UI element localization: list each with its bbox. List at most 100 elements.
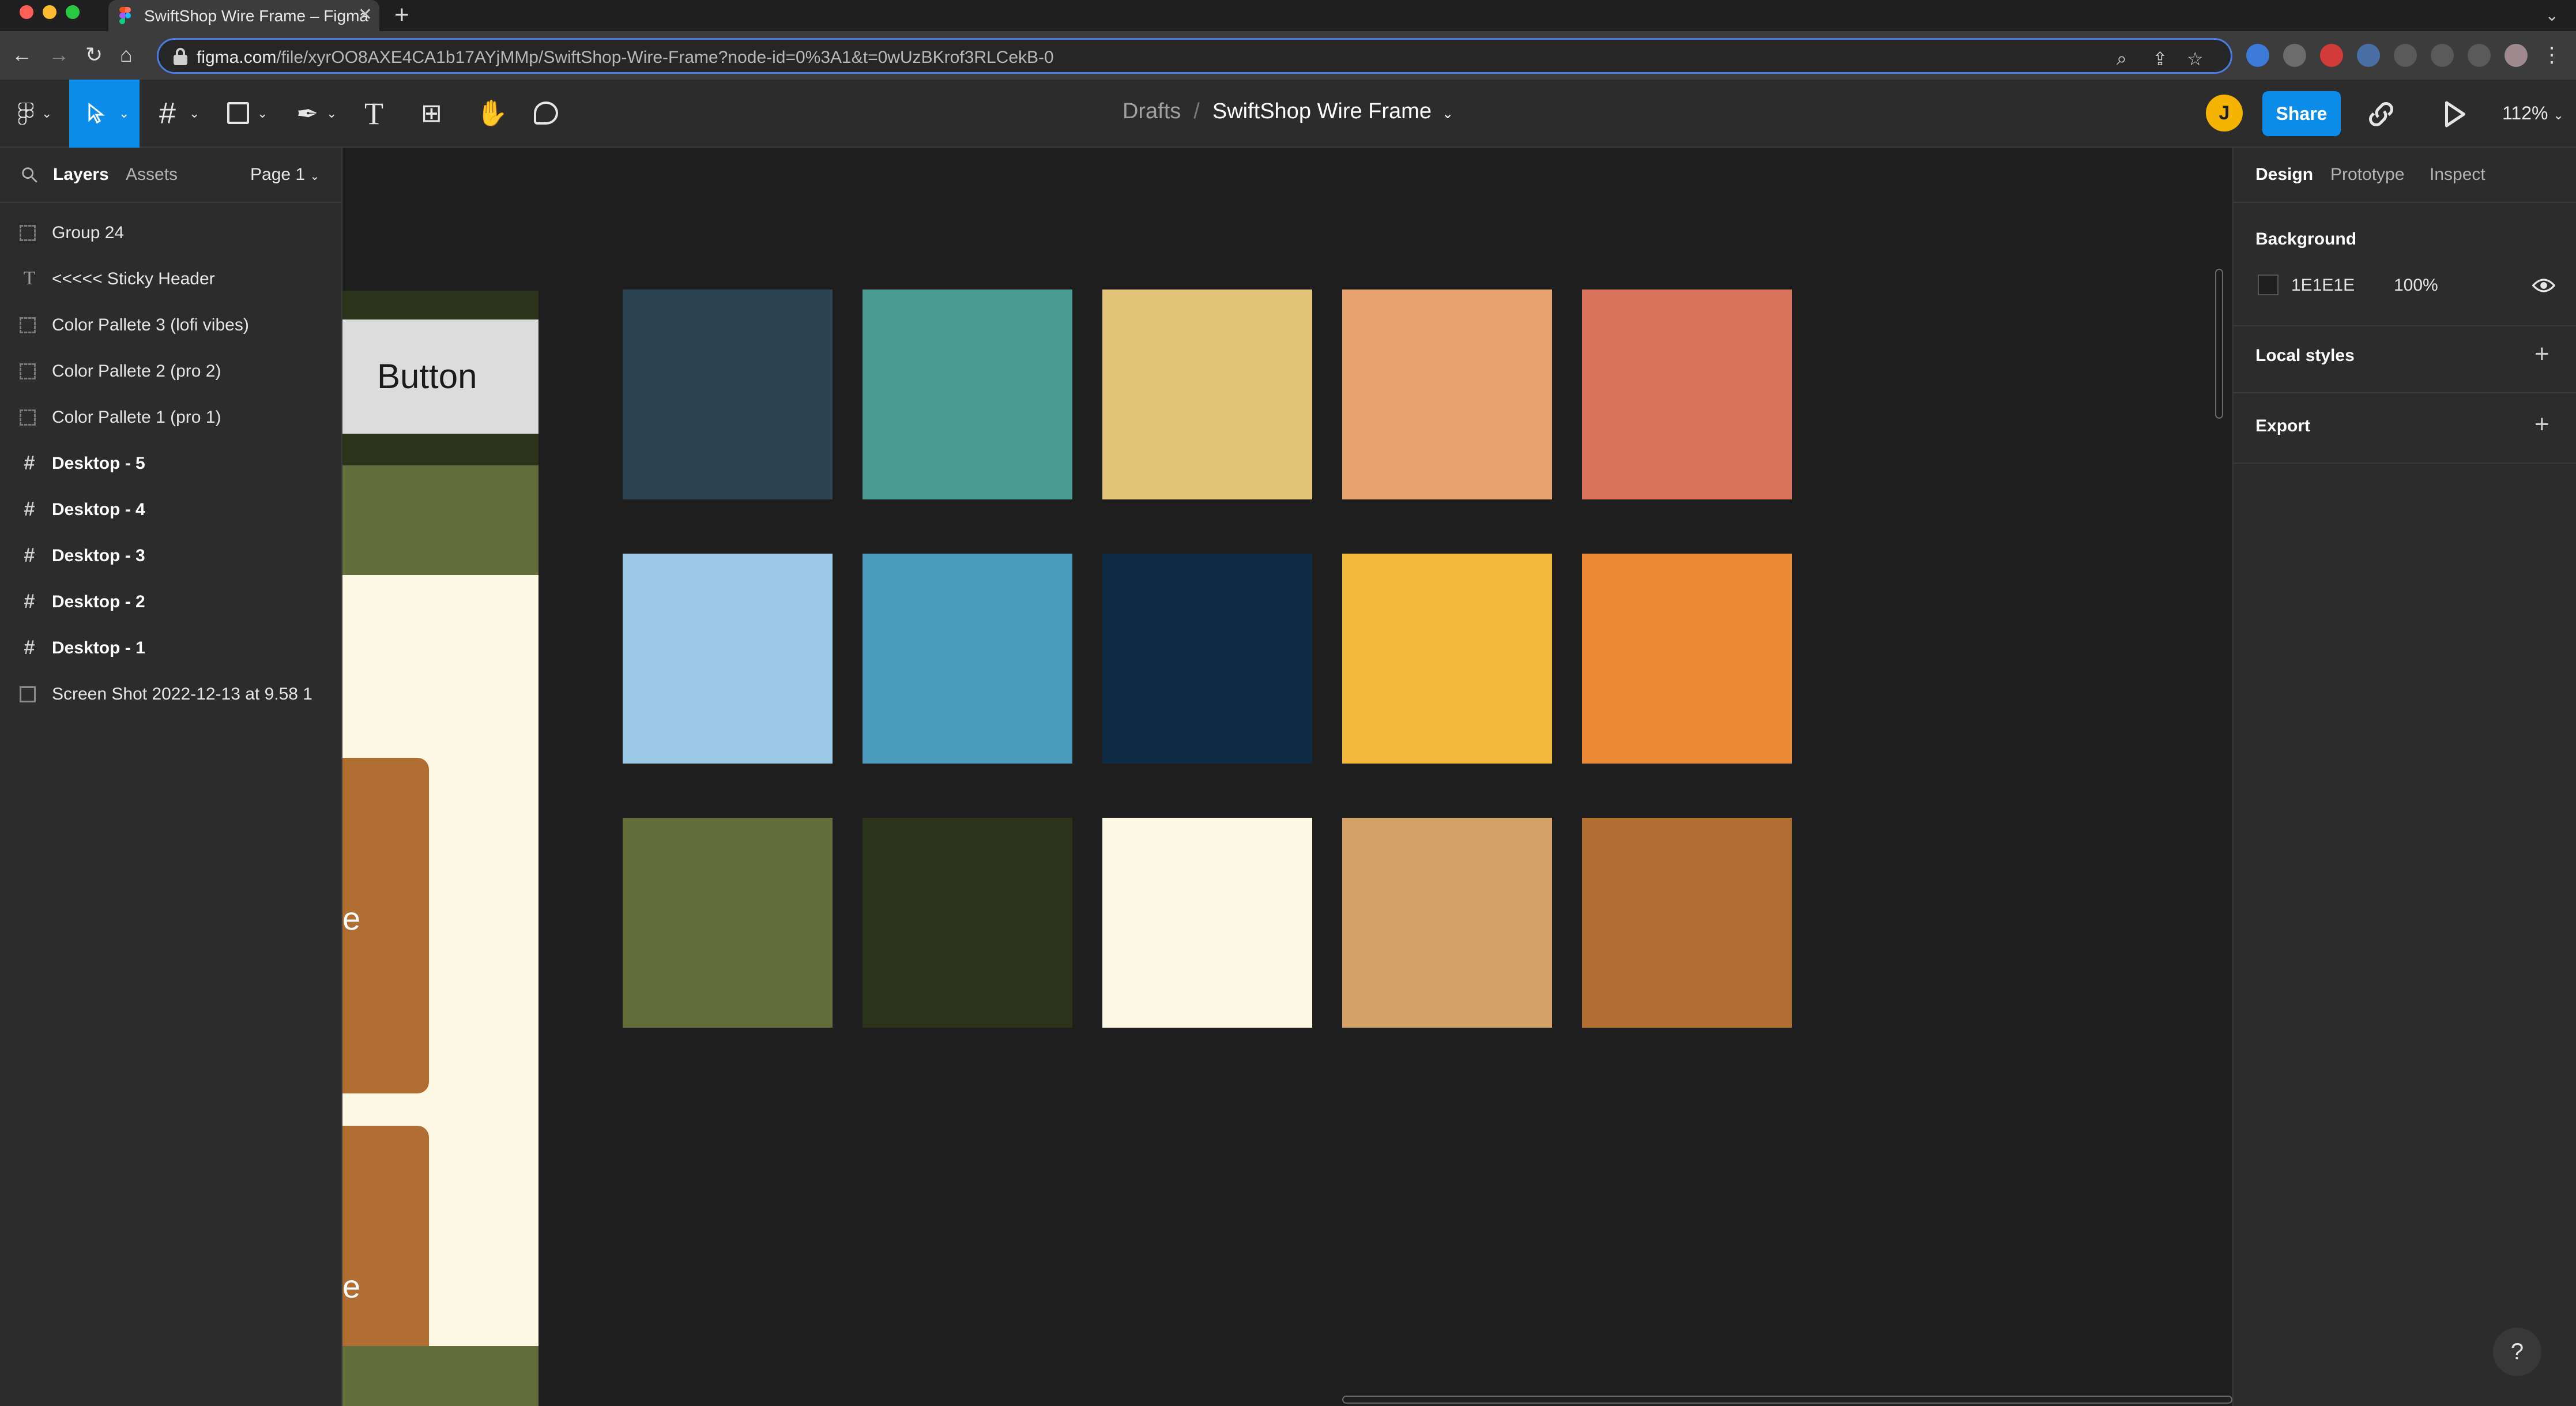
frame-button-element[interactable]: Button	[342, 319, 538, 434]
bookmark-star-icon[interactable]: ☆	[2187, 48, 2204, 70]
color-swatch[interactable]	[1582, 818, 1792, 1028]
horizontal-scrollbar[interactable]	[1342, 1396, 2232, 1404]
extension-red-icon[interactable]	[2320, 44, 2343, 67]
color-swatch[interactable]	[623, 554, 833, 764]
color-swatch[interactable]	[863, 554, 1072, 764]
address-bar[interactable]: figma.com/file/xyrOO8AXE4CA1b17AYjMMp/Sw…	[157, 38, 2232, 74]
background-opacity-input[interactable]: 100%	[2394, 276, 2438, 295]
zoom-magnifier-icon[interactable]: ⌕	[2116, 48, 2127, 70]
extension-shield-icon[interactable]	[2246, 44, 2269, 67]
design-canvas[interactable]: Button e e	[342, 148, 2232, 1406]
layer-row[interactable]: # Desktop - 4	[0, 487, 342, 533]
reload-icon[interactable]: ↻	[85, 42, 103, 68]
reading-list-icon[interactable]	[2431, 44, 2454, 67]
eye-visibility-icon[interactable]	[2532, 276, 2555, 295]
text-tool-button[interactable]: T	[362, 80, 397, 148]
url-text[interactable]: figma.com/file/xyrOO8AXE4CA1b17AYjMMp/Sw…	[197, 48, 1054, 67]
browser-tab[interactable]: SwiftShop Wire Frame – Figma ✕	[108, 0, 379, 31]
color-swatch[interactable]	[1102, 554, 1312, 764]
tab-design[interactable]: Design	[2255, 165, 2313, 185]
tab-layers[interactable]: Layers	[53, 165, 109, 185]
search-icon[interactable]	[20, 165, 39, 185]
color-swatch[interactable]	[1342, 554, 1552, 764]
file-menu-chevron-icon[interactable]: ⌄	[1442, 106, 1453, 122]
minimize-window-button[interactable]	[43, 5, 57, 19]
color-swatch[interactable]	[863, 818, 1072, 1028]
layer-row[interactable]: Color Pallete 2 (pro 2)	[0, 348, 342, 394]
share-page-icon[interactable]: ⇪	[2152, 48, 2168, 70]
layers-panel: Layers Assets Page 1 ⌄ Group 24 T <<<<< St…	[0, 148, 342, 1406]
shape-tool-button[interactable]: ⌄	[225, 80, 274, 148]
profile-avatar[interactable]	[2505, 44, 2528, 67]
layer-name: Desktop - 2	[52, 592, 145, 611]
figma-favicon-icon	[119, 7, 131, 24]
tab-prototype[interactable]: Prototype	[2330, 165, 2404, 185]
close-window-button[interactable]	[20, 5, 33, 19]
tab-close-icon[interactable]: ✕	[358, 5, 372, 25]
hand-tool-button[interactable]: ✋	[475, 80, 510, 148]
text-icon: T	[23, 268, 36, 289]
forward-arrow-icon[interactable]: →	[48, 42, 69, 68]
comment-tool-button[interactable]	[533, 80, 567, 148]
share-button[interactable]: Share	[2262, 91, 2341, 136]
color-swatch[interactable]	[623, 818, 833, 1028]
color-swatch[interactable]	[1102, 818, 1312, 1028]
layer-row[interactable]: T <<<<< Sticky Header	[0, 256, 342, 302]
layer-name: Color Pallete 3 (lofi vibes)	[52, 315, 249, 334]
layer-name: Desktop - 5	[52, 454, 145, 473]
add-export-plus-icon[interactable]: +	[2534, 412, 2549, 437]
desktop-frame-preview[interactable]: Button e e	[342, 291, 538, 1406]
layer-row[interactable]: Color Pallete 3 (lofi vibes)	[0, 302, 342, 348]
color-swatch[interactable]	[1102, 290, 1312, 499]
frame-card[interactable]: e	[342, 758, 429, 1093]
layer-row[interactable]: # Desktop - 3	[0, 533, 342, 579]
layer-name: Color Pallete 2 (pro 2)	[52, 362, 221, 381]
tab-inspect[interactable]: Inspect	[2430, 165, 2485, 185]
file-name[interactable]: SwiftShop Wire Frame	[1212, 99, 1432, 123]
add-local-style-plus-icon[interactable]: +	[2534, 341, 2549, 367]
zoom-level-dropdown[interactable]: 112% ⌄	[2502, 103, 2564, 124]
page-selector[interactable]: Page 1 ⌄	[250, 165, 319, 185]
layer-row[interactable]: # Desktop - 5	[0, 441, 342, 487]
resources-tool-button[interactable]: ⊞	[420, 80, 454, 148]
layer-row[interactable]: Color Pallete 1 (pro 1)	[0, 394, 342, 441]
layers-panel-header: Layers Assets Page 1 ⌄	[0, 148, 342, 203]
tab-list-chevron-icon[interactable]: ⌄	[2545, 6, 2559, 25]
background-section-title: Background	[2255, 230, 2357, 249]
color-swatch[interactable]	[1582, 554, 1792, 764]
side-panel-icon[interactable]	[2468, 44, 2491, 67]
color-swatch[interactable]	[1342, 818, 1552, 1028]
background-hex-input[interactable]: 1E1E1E	[2291, 276, 2355, 295]
new-tab-button[interactable]: +	[394, 1, 409, 29]
color-swatch[interactable]	[1582, 290, 1792, 499]
present-play-icon[interactable]	[2436, 97, 2471, 131]
page-label: Page 1	[250, 165, 306, 184]
pen-tool-button[interactable]: ✒ ⌄	[294, 80, 344, 148]
maximize-window-button[interactable]	[66, 5, 80, 19]
home-icon[interactable]: ⌂	[120, 42, 133, 68]
user-avatar[interactable]: J	[2206, 95, 2243, 131]
move-tool-button[interactable]: ⌄	[69, 80, 140, 148]
color-swatch[interactable]	[623, 290, 833, 499]
tab-assets[interactable]: Assets	[126, 165, 178, 185]
extension-w-icon[interactable]	[2283, 44, 2306, 67]
extension-blue-icon[interactable]	[2357, 44, 2380, 67]
frame-card-text: e	[342, 1268, 361, 1305]
color-swatch[interactable]	[863, 290, 1072, 499]
layer-row[interactable]: # Desktop - 1	[0, 625, 342, 671]
layer-row[interactable]: # Desktop - 2	[0, 579, 342, 625]
vertical-scrollbar[interactable]	[2215, 269, 2223, 419]
color-swatch[interactable]	[1342, 290, 1552, 499]
frame-tool-button[interactable]: # ⌄	[157, 80, 206, 148]
main-menu-button[interactable]: ⌄	[13, 80, 65, 148]
layer-name: Color Pallete 1 (pro 1)	[52, 408, 221, 427]
breadcrumb-drafts-link[interactable]: Drafts	[1123, 99, 1181, 123]
browser-menu-icon[interactable]: ⋮	[2541, 42, 2562, 68]
extensions-puzzle-icon[interactable]	[2394, 44, 2417, 67]
layer-row[interactable]: Group 24	[0, 210, 342, 256]
back-arrow-icon[interactable]: ←	[12, 42, 32, 68]
copy-link-icon[interactable]	[2364, 97, 2398, 131]
background-color-swatch[interactable]	[2258, 275, 2279, 295]
help-button[interactable]: ?	[2493, 1328, 2541, 1376]
layer-row[interactable]: Screen Shot 2022-12-13 at 9.58 1	[0, 671, 342, 717]
